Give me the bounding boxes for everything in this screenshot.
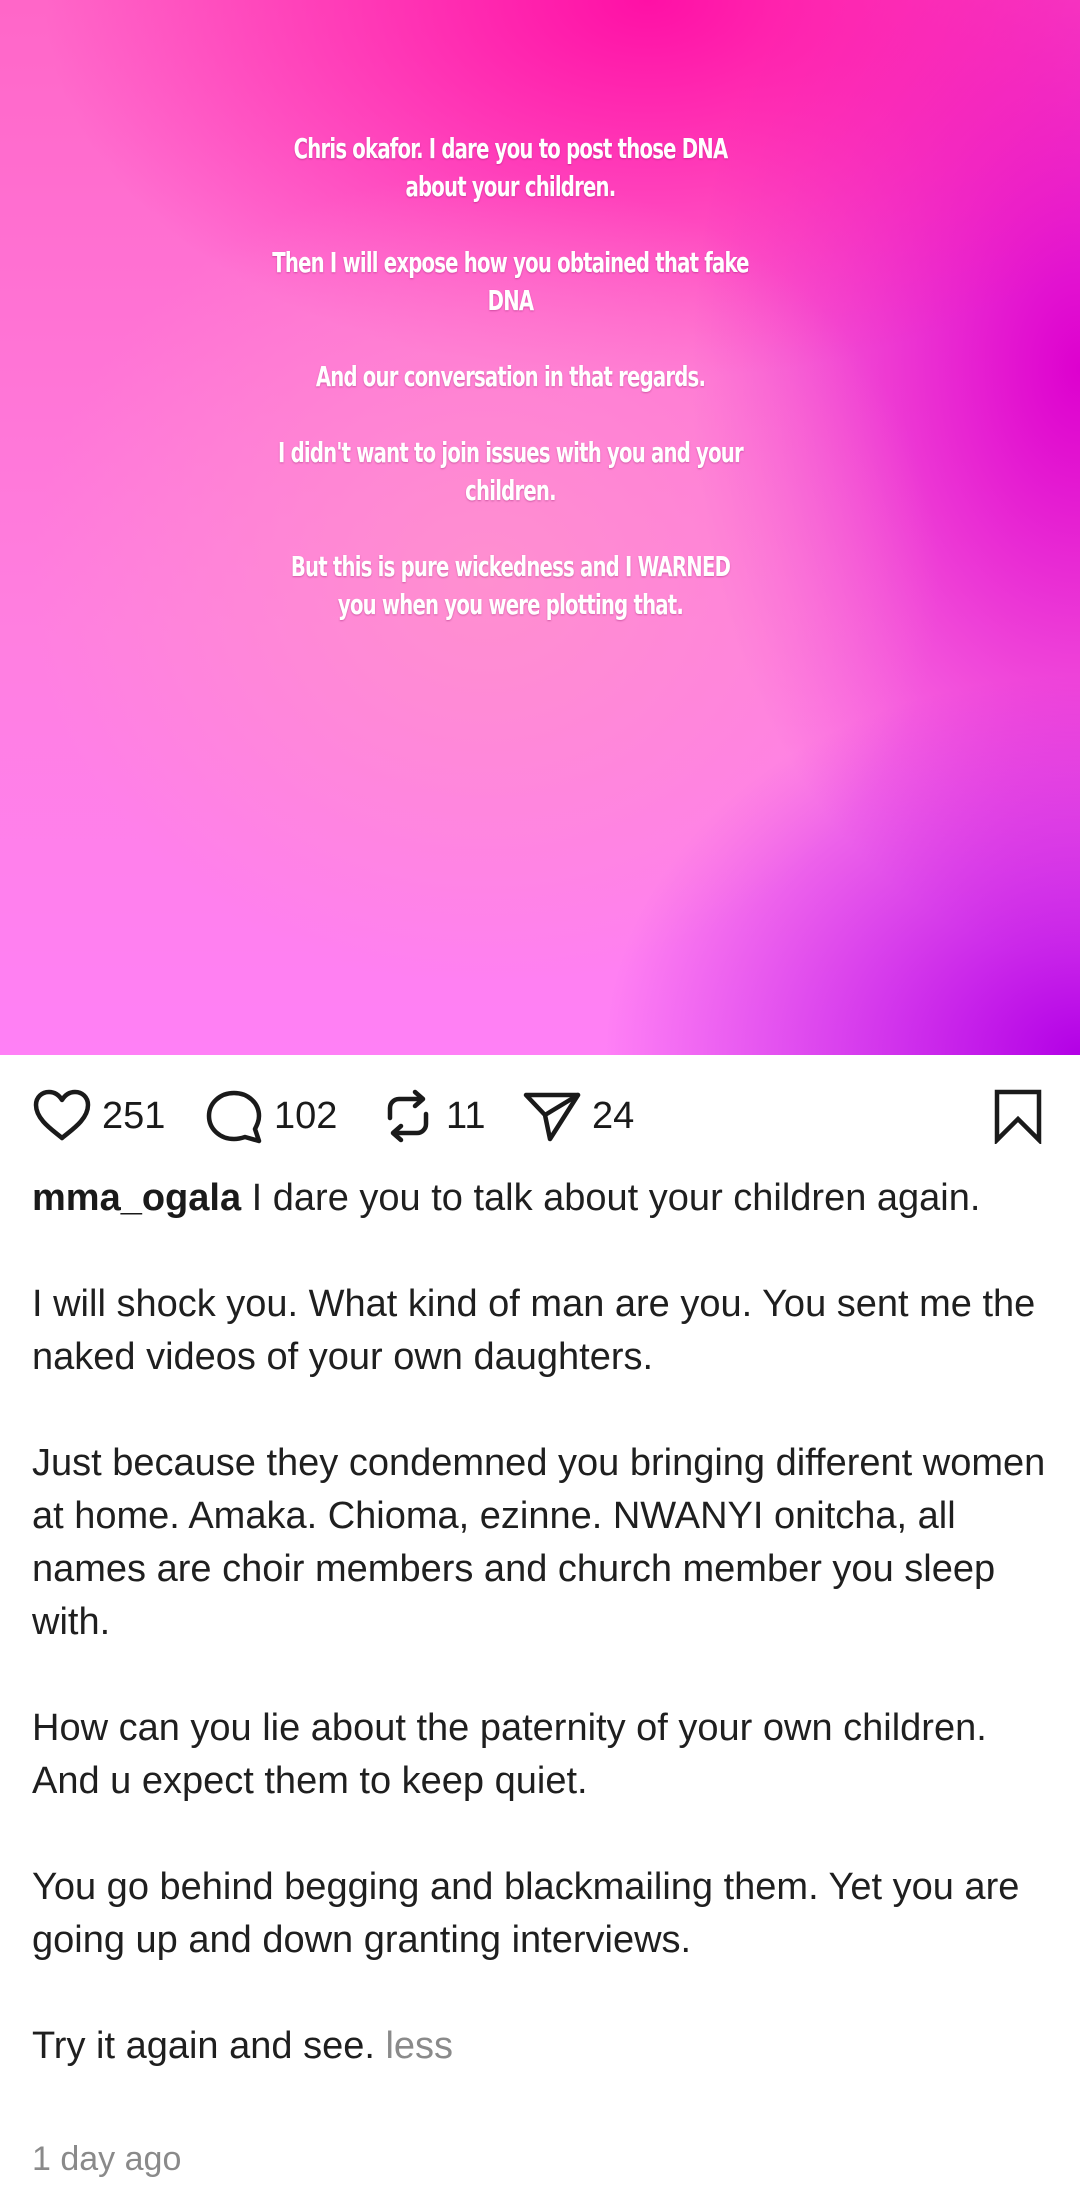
like-button[interactable]: 251 (32, 1088, 165, 1144)
username-link[interactable]: mma_ogala (32, 1177, 241, 1219)
bookmark-icon (992, 1088, 1044, 1144)
share-count: 24 (592, 1094, 635, 1137)
less-link[interactable]: less (375, 2025, 453, 2067)
share-icon (522, 1088, 582, 1144)
repost-icon (380, 1088, 436, 1144)
image-overlay-text: Chris okafor. I dare you to post those D… (270, 130, 750, 662)
heart-icon (32, 1088, 92, 1144)
comment-count: 102 (274, 1094, 338, 1137)
caption-paragraph: You go behind begging and blackmailing t… (32, 1866, 1020, 1961)
like-count: 251 (102, 1094, 166, 1137)
post-timestamp: 1 day ago (32, 2140, 182, 2178)
image-text-line: Chris okafor. I dare you to post those D… (293, 132, 729, 203)
image-text-line: Then I will expose how you obtained that… (272, 246, 749, 317)
image-text-line: And our conversation in that regards. (315, 360, 706, 393)
bookmark-button[interactable] (992, 1088, 1044, 1144)
share-button[interactable]: 24 (522, 1088, 634, 1144)
caption-first-paragraph: mma_ogala I dare you to talk about your … (32, 1172, 1052, 1225)
post-image[interactable]: Chris okafor. I dare you to post those D… (0, 0, 1080, 1055)
comment-button[interactable]: 102 (204, 1088, 337, 1144)
post-action-bar: 251 102 11 24 (0, 1080, 1080, 1150)
caption-text: Try it again and see. (32, 2025, 375, 2067)
image-text-line: But this is pure wickedness and I WARNED… (290, 550, 731, 621)
caption-paragraph: How can you lie about the paternity of y… (32, 1707, 987, 1802)
caption-last-paragraph: Try it again and see. less (32, 2020, 1052, 2073)
caption-paragraph: I will shock you. What kind of man are y… (32, 1283, 1036, 1378)
repost-count: 11 (446, 1094, 486, 1137)
image-text-line: I didn't want to join issues with you an… (278, 436, 744, 507)
caption-paragraph: Just because they condemned you bringing… (32, 1442, 1046, 1643)
comment-icon (204, 1088, 264, 1144)
caption-text: I dare you to talk about your children a… (241, 1177, 981, 1219)
repost-button[interactable]: 11 (380, 1088, 485, 1144)
post-caption: mma_ogala I dare you to talk about your … (32, 1172, 1052, 2073)
